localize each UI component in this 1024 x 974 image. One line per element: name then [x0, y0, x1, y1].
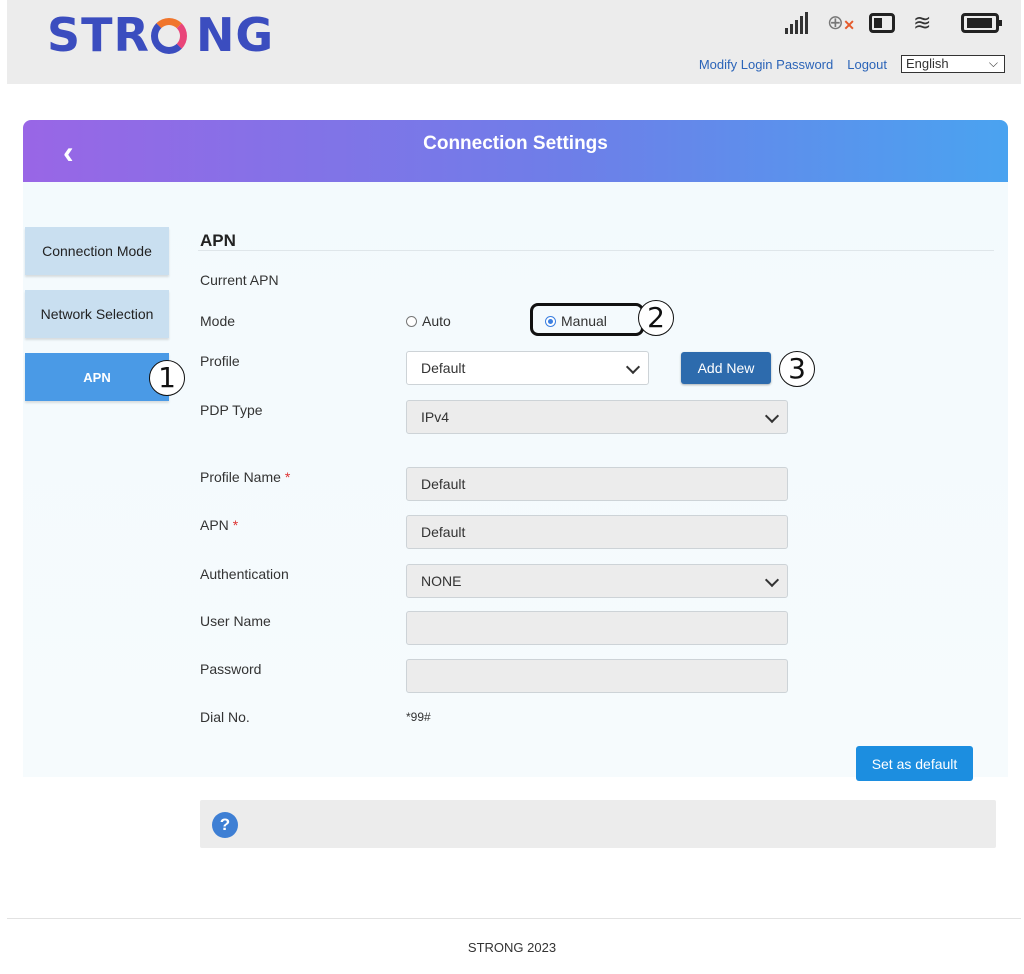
authentication-select[interactable]: NONE — [406, 564, 788, 598]
strong-logo: STRONG — [47, 8, 275, 62]
sidebar-item-connection-mode[interactable]: Connection Mode — [25, 227, 169, 275]
header-links: Modify Login Password Logout English ⌵ — [699, 55, 1005, 73]
sidebar-item-network-selection[interactable]: Network Selection — [25, 290, 169, 338]
apn-input[interactable]: Default — [406, 515, 788, 549]
set-as-default-button[interactable]: Set as default — [856, 746, 973, 781]
sidebar-item-label: APN — [83, 369, 111, 385]
required-mark: * — [232, 517, 239, 533]
dial-no-value: *99# — [406, 710, 431, 724]
signal-icon — [783, 12, 809, 34]
required-mark: * — [284, 469, 291, 485]
footer-divider — [7, 918, 1021, 919]
profile-select[interactable]: Default — [406, 351, 649, 385]
sim-icon — [869, 13, 895, 33]
chevron-down-icon — [765, 401, 779, 433]
battery-icon — [961, 13, 1002, 33]
sidebar-item-apn[interactable]: APN — [25, 353, 169, 401]
add-new-button[interactable]: Add New — [681, 352, 771, 384]
manual-highlight-box — [530, 303, 644, 336]
footer-text: STRONG 2023 — [467, 940, 557, 955]
password-label: Password — [200, 661, 262, 677]
authentication-label: Authentication — [200, 566, 289, 582]
sidebar-item-label: Network Selection — [40, 306, 154, 322]
profile-name-input[interactable]: Default — [406, 467, 788, 501]
language-value: English — [906, 56, 949, 71]
wifi-icon: ≋ — [913, 10, 932, 35]
password-input[interactable] — [406, 659, 788, 693]
page-title: Connection Settings — [423, 133, 608, 154]
mode-label: Mode — [200, 313, 236, 329]
callout-marker-2: 2 — [638, 300, 674, 336]
help-bar: ? — [200, 800, 996, 848]
pdp-type-select[interactable]: IPv4 — [406, 400, 788, 434]
status-icons: ⊕ ✕ ≋ — [783, 10, 1002, 35]
top-header: STRONG ⊕✕ ≋ Modify Login Password Logout… — [7, 0, 1021, 84]
pdp-type-value: IPv4 — [421, 409, 450, 425]
help-icon[interactable]: ? — [212, 812, 238, 838]
mode-auto-label: Auto — [422, 313, 451, 329]
section-divider — [198, 250, 994, 251]
globe-disconnected-icon: ⊕ ✕ — [827, 12, 855, 34]
chevron-down-icon: ⌵ — [988, 56, 998, 70]
radio-off-icon — [406, 315, 417, 327]
mode-auto-radio[interactable]: Auto — [406, 313, 451, 329]
user-name-input[interactable] — [406, 611, 788, 645]
profile-label: Profile — [200, 353, 240, 369]
pdp-type-label: PDP Type — [200, 402, 263, 418]
modify-password-link[interactable]: Modify Login Password — [699, 57, 833, 72]
profile-name-label-text: Profile Name — [200, 469, 281, 485]
callout-marker-3: 3 — [779, 351, 815, 387]
callout-marker-1: 1 — [149, 360, 185, 396]
apn-label: APN * — [200, 517, 238, 533]
sidebar-item-label: Connection Mode — [42, 243, 152, 259]
chevron-down-icon — [765, 565, 779, 597]
apn-label-text: APN — [200, 517, 229, 533]
chevron-down-icon — [626, 352, 640, 384]
page-banner: ‹ Connection Settings — [23, 120, 1008, 182]
section-title: APN — [200, 231, 236, 250]
current-apn-label: Current APN — [200, 272, 279, 288]
authentication-value: NONE — [421, 573, 462, 589]
user-name-label: User Name — [200, 613, 271, 629]
profile-name-label: Profile Name * — [200, 469, 290, 485]
profile-value: Default — [421, 360, 466, 376]
language-select[interactable]: English ⌵ — [901, 55, 1005, 73]
dial-no-label: Dial No. — [200, 709, 250, 725]
logout-link[interactable]: Logout — [847, 57, 887, 72]
